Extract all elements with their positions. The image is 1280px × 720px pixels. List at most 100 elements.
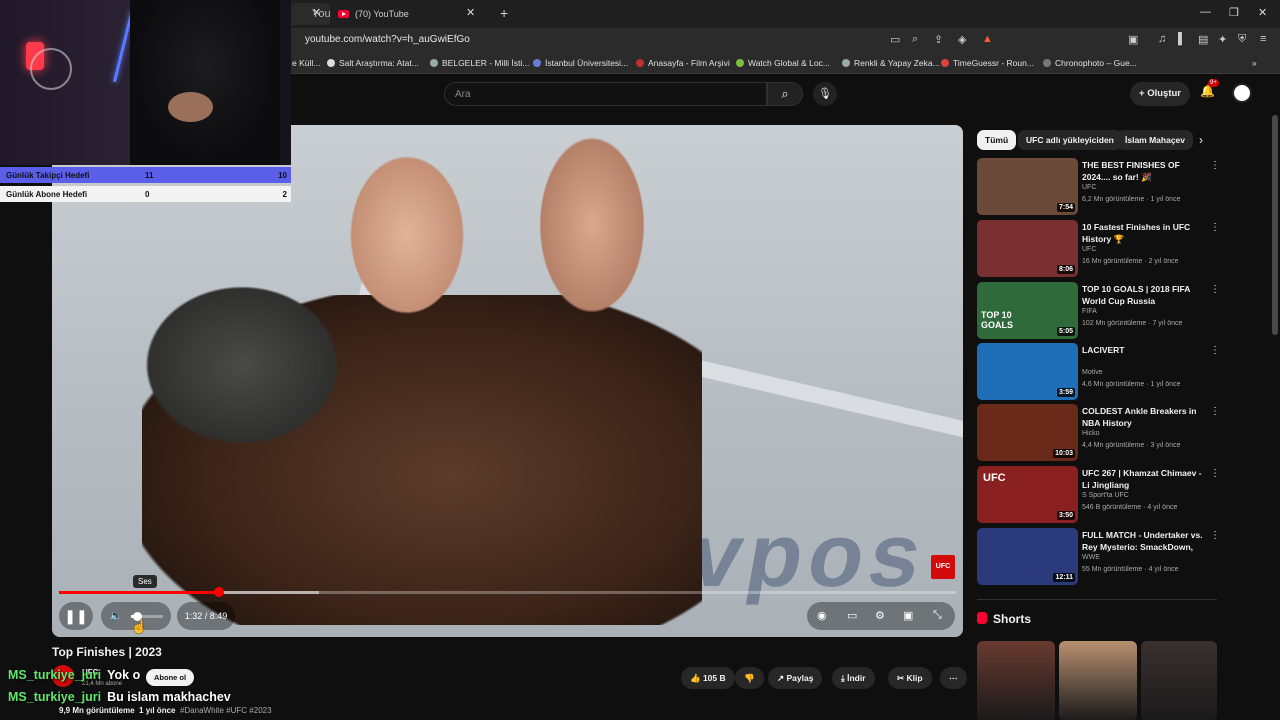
recommended-video-channel[interactable]: UFC bbox=[1082, 184, 1096, 191]
recommended-video-meta: 16 Mn görüntüleme · 2 yıl önce bbox=[1082, 258, 1179, 265]
subtitles-icon[interactable]: ▭ bbox=[847, 609, 857, 622]
clip-button[interactable]: ✂ Klip bbox=[888, 667, 932, 689]
chip-all[interactable]: Tümü bbox=[977, 130, 1017, 150]
cast-icon[interactable]: ▭ bbox=[890, 33, 900, 46]
recommended-video-channel[interactable]: Motive bbox=[1082, 369, 1103, 376]
shield-icon[interactable]: ◈ bbox=[958, 33, 966, 46]
recommended-video-channel[interactable]: WWE bbox=[1082, 554, 1100, 561]
url-field[interactable]: youtube.com/watch?v=h_auGwiEfGo bbox=[305, 34, 470, 45]
close-window-icon[interactable]: ✕ bbox=[1258, 6, 1267, 19]
recommended-video[interactable]: 3:59 LACIVERT Motive 4,6 Mn görüntüleme · 1… bbox=[977, 343, 1222, 400]
chip-topic[interactable]: İslam Mahaçev bbox=[1117, 130, 1194, 150]
video-duration: 7:54 bbox=[1056, 203, 1075, 212]
recommended-video-title[interactable]: THE BEST FINISHES OF 2024.... so far! 🎉 bbox=[1082, 159, 1204, 183]
miniplayer-icon[interactable]: ▣ bbox=[903, 609, 913, 622]
brave-rewards-icon[interactable]: ▲ bbox=[982, 33, 993, 45]
bookmark-item[interactable]: Renkli & Yapay Zeka... bbox=[842, 58, 940, 68]
reading-list-icon[interactable]: ▌ bbox=[1178, 33, 1186, 45]
ai-assistant-icon[interactable]: ✦ bbox=[1218, 33, 1227, 46]
video-thumbnail[interactable]: 12:11 bbox=[977, 528, 1078, 585]
bookmark-item[interactable]: Watch Global & Loc... bbox=[736, 58, 830, 68]
browser-tab-youtube-previous[interactable]: You bbox=[290, 3, 331, 25]
more-options-icon[interactable]: ⋮ bbox=[1210, 284, 1220, 295]
recommended-video-channel[interactable]: FIFA bbox=[1082, 308, 1097, 315]
shorts-header: Shorts bbox=[977, 612, 1031, 626]
recommended-video[interactable]: 12:11 FULL MATCH - Undertaker vs. Rey Mys… bbox=[977, 528, 1222, 585]
more-options-icon[interactable]: ⋮ bbox=[1210, 530, 1220, 541]
bookmark-item[interactable]: BELGELER - Milli İsti... bbox=[430, 58, 529, 68]
more-options-icon[interactable]: ⋮ bbox=[1210, 160, 1220, 171]
sidebar-panel-icon[interactable]: ▣ bbox=[1128, 33, 1138, 46]
more-options-icon[interactable]: ⋮ bbox=[1210, 468, 1220, 479]
close-tab-icon[interactable]: ✕ bbox=[466, 6, 475, 19]
recommended-video-channel[interactable]: S Sport'ta UFC bbox=[1082, 492, 1129, 499]
recommended-video-channel[interactable]: Hicko bbox=[1082, 430, 1100, 437]
recommended-video[interactable]: 3:50 UFC UFC 267 | Khamzat Chimaev - Li Ji… bbox=[977, 466, 1222, 523]
chevron-right-icon[interactable]: › bbox=[1199, 133, 1203, 147]
video-thumbnail[interactable]: 7:54 bbox=[977, 158, 1078, 215]
wallet-icon[interactable]: ▤ bbox=[1198, 33, 1208, 46]
more-options-icon[interactable]: ⋮ bbox=[1210, 222, 1220, 233]
bookmark-item[interactable]: e Küll... bbox=[292, 58, 320, 68]
recommended-video[interactable]: 5:05 TOP 10 GOALS TOP 10 GOALS | 2018 FIFA… bbox=[977, 282, 1222, 339]
close-tab-icon[interactable]: ✕ bbox=[312, 6, 321, 19]
share-button[interactable]: ↗ Paylaş bbox=[768, 667, 823, 689]
volume-slider[interactable] bbox=[131, 612, 163, 621]
recommended-video-title[interactable]: TOP 10 GOALS | 2018 FIFA World Cup Russi… bbox=[1082, 283, 1204, 307]
video-thumbnail[interactable]: 3:59 bbox=[977, 343, 1078, 400]
recommended-video-title[interactable]: 10 Fastest Finishes in UFC History 🏆 bbox=[1082, 221, 1204, 245]
chip-from-uploader[interactable]: UFC adlı yükleyiciden bbox=[1018, 130, 1122, 150]
recommended-video-channel[interactable]: UFC bbox=[1082, 246, 1096, 253]
media-icon[interactable]: ♫ bbox=[1158, 33, 1166, 45]
settings-gear-icon[interactable]: ⚙ bbox=[875, 609, 885, 622]
more-actions-icon[interactable]: ⋯ bbox=[940, 667, 967, 689]
video-duration: 8:06 bbox=[1056, 265, 1075, 274]
account-avatar[interactable] bbox=[1232, 83, 1252, 103]
bookmark-item[interactable]: İstanbul Üniversitesi... bbox=[533, 58, 628, 68]
progress-scrubber[interactable] bbox=[213, 587, 224, 597]
microphone-icon[interactable]: 🎙 bbox=[813, 82, 837, 106]
more-options-icon[interactable]: ⋮ bbox=[1210, 345, 1220, 356]
bookmark-item[interactable]: Anasayfa - Film Arşivi bbox=[636, 58, 730, 68]
recommended-video-title[interactable]: COLDEST Ankle Breakers in NBA History bbox=[1082, 405, 1204, 429]
video-meta: 9,9 Mn görüntüleme 1 yıl önce #DanaWhite… bbox=[59, 706, 272, 715]
recommended-video-title[interactable]: LACIVERT bbox=[1082, 344, 1204, 356]
create-button[interactable]: + Oluştur bbox=[1130, 82, 1190, 106]
bookmark-item[interactable]: Salt Araştırma: Atat... bbox=[327, 58, 419, 68]
page-scrollbar[interactable] bbox=[1272, 115, 1278, 335]
download-button[interactable]: ⤓ İndir bbox=[832, 667, 875, 689]
minimize-window-icon[interactable]: — bbox=[1200, 6, 1211, 18]
video-thumbnail[interactable]: 10:03 bbox=[977, 404, 1078, 461]
subscribe-button[interactable]: Abone ol bbox=[146, 669, 195, 686]
short-thumbnail[interactable] bbox=[1059, 641, 1137, 720]
bookmark-item[interactable]: Chronophoto – Gue... bbox=[1043, 58, 1137, 68]
recommended-video[interactable]: 7:54 THE BEST FINISHES OF 2024.... so far… bbox=[977, 158, 1222, 215]
progress-bar[interactable] bbox=[59, 587, 956, 597]
search-input[interactable]: Ara bbox=[444, 82, 767, 106]
recommended-video-title[interactable]: FULL MATCH - Undertaker vs. Rey Mysterio… bbox=[1082, 529, 1204, 553]
video-thumbnail[interactable]: 5:05 TOP 10 GOALS bbox=[977, 282, 1078, 339]
recommended-video[interactable]: 10:03 COLDEST Ankle Breakers in NBA Histo… bbox=[977, 404, 1222, 461]
recommended-video-title[interactable]: UFC 267 | Khamzat Chimaev - Li Jingliang bbox=[1082, 467, 1204, 491]
autoplay-toggle-icon[interactable]: ◉ bbox=[817, 609, 827, 622]
menu-icon[interactable]: ≡ bbox=[1260, 33, 1266, 45]
vpn-icon[interactable]: ⛨ bbox=[1238, 33, 1246, 46]
like-button[interactable]: 👍 105 B bbox=[681, 667, 735, 689]
new-tab-plus-icon[interactable]: + bbox=[500, 5, 508, 21]
bookmarks-overflow-icon[interactable]: » bbox=[1252, 58, 1257, 68]
search-icon[interactable]: ⌕ bbox=[767, 82, 803, 106]
video-thumbnail[interactable]: 3:50 UFC bbox=[977, 466, 1078, 523]
short-thumbnail[interactable] bbox=[977, 641, 1055, 720]
share-icon[interactable]: ⇪ bbox=[934, 33, 943, 46]
short-thumbnail[interactable] bbox=[1141, 641, 1217, 720]
video-thumbnail[interactable]: 8:06 bbox=[977, 220, 1078, 277]
volume-icon[interactable]: 🔈 bbox=[109, 609, 123, 622]
recommended-video[interactable]: 8:06 10 Fastest Finishes in UFC History 🏆… bbox=[977, 220, 1222, 277]
fullscreen-icon[interactable]: ⤡ bbox=[933, 609, 942, 622]
more-options-icon[interactable]: ⋮ bbox=[1210, 406, 1220, 417]
dislike-button[interactable]: 👎 bbox=[735, 667, 764, 689]
zoom-icon[interactable]: ⌕ bbox=[912, 33, 918, 46]
bookmark-item[interactable]: TimeGuessr - Roun... bbox=[941, 58, 1034, 68]
restore-window-icon[interactable]: ❐ bbox=[1229, 6, 1239, 19]
pause-button[interactable]: ❚❚ bbox=[59, 602, 93, 630]
